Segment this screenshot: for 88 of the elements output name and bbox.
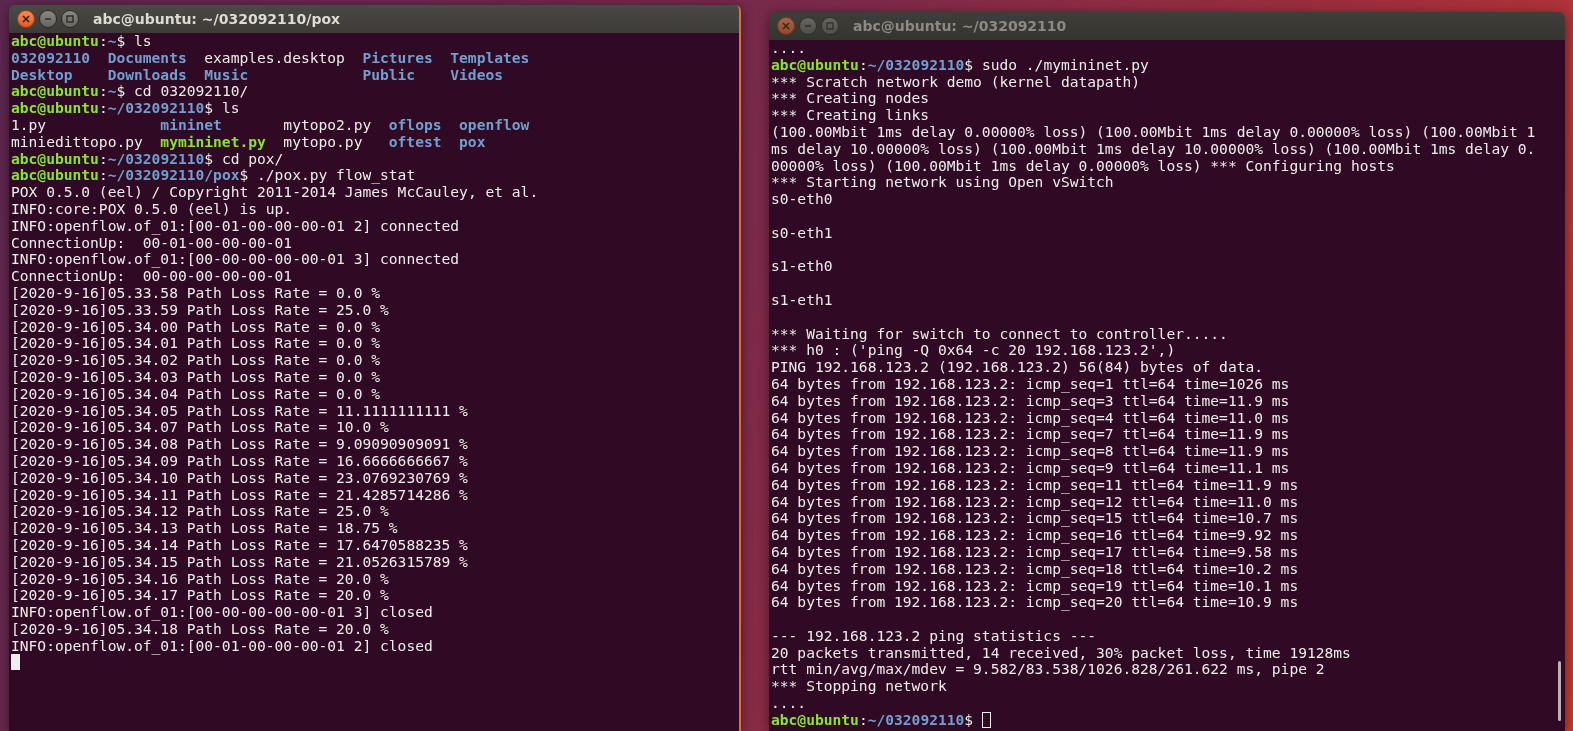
terminal-line: abc@ubuntu:~/032092110$ sudo ./mymininet.py [771,55,1149,73]
window-title: abc@ubuntu: ~/032092110/pox [93,11,341,27]
terminal-line: .... [771,40,808,57]
terminal-line: *** Scratch network demo (kernel datapath) [771,73,1141,91]
terminal-line: 032092110 Documents examples.desktop Pictures Templates [11,49,531,67]
terminal-line: ms delay 10.00000% loss) (100.00Mbit 1ms delay 10.00000% loss) (100.00Mbit 1ms delay 0. [771,140,1537,158]
terminal-line: [2020-9-16]05.34.12 Path Loss Rate = 25.0 % [11,503,390,521]
terminal-line: 64 bytes from 192.168.123.2: icmp_seq=11 ttl=64 time=11.9 ms [771,476,1300,494]
terminal-line: INFO:openflow.of_01:[00-00-00-00-00-01 3] connected [11,251,461,269]
terminal-line: *** Waiting for switch to connect to controller..... [771,325,1229,343]
terminal-line: POX 0.5.0 (eel) / Copyright 2011-2014 James McCauley, et al. [11,184,540,201]
terminal-line: 64 bytes from 192.168.123.2: icmp_seq=18 ttl=64 time=10.2 ms [771,560,1300,578]
terminal-line: Desktop Downloads Music Public Videos [11,66,503,84]
terminal-line: [2020-9-16]05.34.13 Path Loss Rate = 18.75 % [11,520,399,537]
minimize-button[interactable] [39,10,57,28]
terminal-line: s0-eth0 [771,191,834,208]
maximize-button[interactable] [61,10,79,28]
maximize-icon [66,15,74,23]
terminal-line: abc@ubuntu:~$ ls [11,33,152,49]
terminal-line: [2020-9-16]05.34.18 Path Loss Rate = 20.0 % [11,620,390,638]
terminal-line: 00000% loss) (100.00Mbit 1ms delay 0.00000% loss) *** Configuring hosts [771,157,1396,175]
terminal-line: INFO:openflow.of_01:[00-01-00-00-00-01 2] connected [11,217,461,235]
terminal-line: abc@ubuntu:~/032092110$ ls [11,99,240,117]
terminal-line: [2020-9-16]05.34.00 Path Loss Rate = 0.0 % [11,318,382,336]
terminal-line: 64 bytes from 192.168.123.2: icmp_seq=17 ttl=64 time=9.58 ms [771,543,1300,561]
minimize-icon [804,22,812,30]
minimize-icon [44,15,52,23]
terminal-line: [2020-9-16]05.34.03 Path Loss Rate = 0.0 % [11,368,382,386]
terminal-line: [2020-9-16]05.34.05 Path Loss Rate = 11.1111111111 % [11,402,469,420]
terminal-line: 64 bytes from 192.168.123.2: icmp_seq=20 ttl=64 time=10.9 ms [771,594,1300,612]
terminal-line: s1-eth1 [771,291,834,309]
terminal-line: [2020-9-16]05.34.15 Path Loss Rate = 21.0526315789 % [11,553,469,571]
terminal-line: 64 bytes from 192.168.123.2: icmp_seq=15 ttl=64 time=10.7 ms [771,510,1300,528]
maximize-button[interactable] [821,17,839,35]
terminal-line: miniedittopo.py mymininet.py mytopo.py oftest pox [11,133,486,151]
terminal-line: [2020-9-16]05.34.14 Path Loss Rate = 17.6470588235 % [11,536,469,554]
terminal-line: abc@ubuntu:~$ cd 032092110/ [11,82,249,100]
close-icon [782,22,790,30]
terminal-line: s0-eth1 [771,224,834,242]
terminal-line: 64 bytes from 192.168.123.2: icmp_seq=3 ttl=64 time=11.9 ms [771,392,1291,410]
terminal-line: [2020-9-16]05.34.10 Path Loss Rate = 23.0769230769 % [11,469,469,487]
terminal-line: [2020-9-16]05.34.02 Path Loss Rate = 0.0 % [11,352,382,369]
terminal-line: *** Creating nodes [771,90,931,108]
window-title: abc@ubuntu: ~/032092110 [853,18,1067,34]
terminal-line: (100.00Mbit 1ms delay 0.00000% loss) (100.00Mbit 1ms delay 0.00000% loss) (100.00Mbit 1 [771,124,1537,141]
terminal-line: abc@ubuntu:~/032092110$ [771,710,975,728]
terminal-line: ConnectionUp: 00-00-00-00-00-01 [11,268,293,285]
terminal-line: abc@ubuntu:~/032092110$ cd pox/ [11,149,284,167]
terminal-line: 20 packets transmitted, 14 received, 30% packet loss, time 19128ms [771,644,1352,662]
terminal-line: rtt min/avg/max/mdev = 9.582/83.538/1026.828/261.622 ms, pipe 2 [771,661,1326,679]
terminal-line: *** Creating links [771,107,931,124]
terminal-line: *** Starting network using Open vSwitch [771,174,1115,192]
terminal-line: INFO:core:POX 0.5.0 (eel) is up. [11,200,294,218]
terminal-line: 64 bytes from 192.168.123.2: icmp_seq=7 ttl=64 time=11.9 ms [771,426,1291,444]
terminal-line: 64 bytes from 192.168.123.2: icmp_seq=1 ttl=64 time=1026 ms [771,375,1291,393]
terminal-line: INFO:openflow.of_01:[00-01-00-00-00-01 2] closed [11,637,434,655]
close-button[interactable] [17,10,35,28]
terminal-line: 64 bytes from 192.168.123.2: icmp_seq=4 ttl=64 time=11.0 ms [771,409,1291,427]
terminal-line: 64 bytes from 192.168.123.2: icmp_seq=19 ttl=64 time=10.1 ms [771,577,1300,595]
terminal-line: [2020-9-16]05.34.17 Path Loss Rate = 20.0 % [11,587,390,605]
terminal-line: 64 bytes from 192.168.123.2: icmp_seq=9 ttl=64 time=11.1 ms [771,459,1291,477]
terminal-line: [2020-9-16]05.34.09 Path Loss Rate = 16.6666666667 % [11,452,469,470]
terminal-line: *** Stopping network [771,678,948,696]
terminal-line: [2020-9-16]05.34.08 Path Loss Rate = 9.09090909091 % [11,436,469,453]
close-button[interactable] [777,17,795,35]
terminal-line: [2020-9-16]05.34.04 Path Loss Rate = 0.0 % [11,385,382,403]
terminal-line: 64 bytes from 192.168.123.2: icmp_seq=8 ttl=64 time=11.9 ms [771,443,1291,460]
minimize-button[interactable] [799,17,817,35]
terminal-line: abc@ubuntu:~/032092110/pox$ ./pox.py flow_stat [11,166,416,184]
terminal-line: s1-eth0 [771,258,834,276]
terminal-line: INFO:openflow.of_01:[00-00-00-00-00-01 3] closed [11,604,434,621]
terminal-line: 64 bytes from 192.168.123.2: icmp_seq=12 ttl=64 time=11.0 ms [771,493,1300,511]
terminal-line: --- 192.168.123.2 ping statistics --- [771,627,1098,645]
maximize-icon [826,22,834,30]
scrollbar[interactable] [1558,661,1561,721]
terminal-line: [2020-9-16]05.34.07 Path Loss Rate = 10.0 % [11,419,390,437]
terminal-line: [2020-9-16]05.34.01 Path Loss Rate = 0.0 % [11,335,382,353]
terminal-line: [2020-9-16]05.34.11 Path Loss Rate = 21.4285714286 % [11,486,469,504]
terminal-line: ConnectionUp: 00-01-00-00-00-01 [11,234,293,252]
terminal-line: *** h0 : ('ping -Q 0x64 -c 20 192.168.123.2',) [771,342,1177,360]
terminal-line: 1.py mininet mytopo2.py oflops openflow [11,117,531,134]
terminal-line: 64 bytes from 192.168.123.2: icmp_seq=16 ttl=64 time=9.92 ms [771,527,1300,544]
close-icon [22,15,30,23]
terminal-line: [2020-9-16]05.33.58 Path Loss Rate = 0.0 % [11,284,382,302]
terminal-line: .... [771,695,808,712]
terminal-line: [2020-9-16]05.33.59 Path Loss Rate = 25.0 % [11,301,390,319]
terminal-line: [2020-9-16]05.34.16 Path Loss Rate = 20.0 % [11,570,390,588]
terminal-line: PING 192.168.123.2 (192.168.123.2) 56(84) bytes of data. [771,359,1265,376]
